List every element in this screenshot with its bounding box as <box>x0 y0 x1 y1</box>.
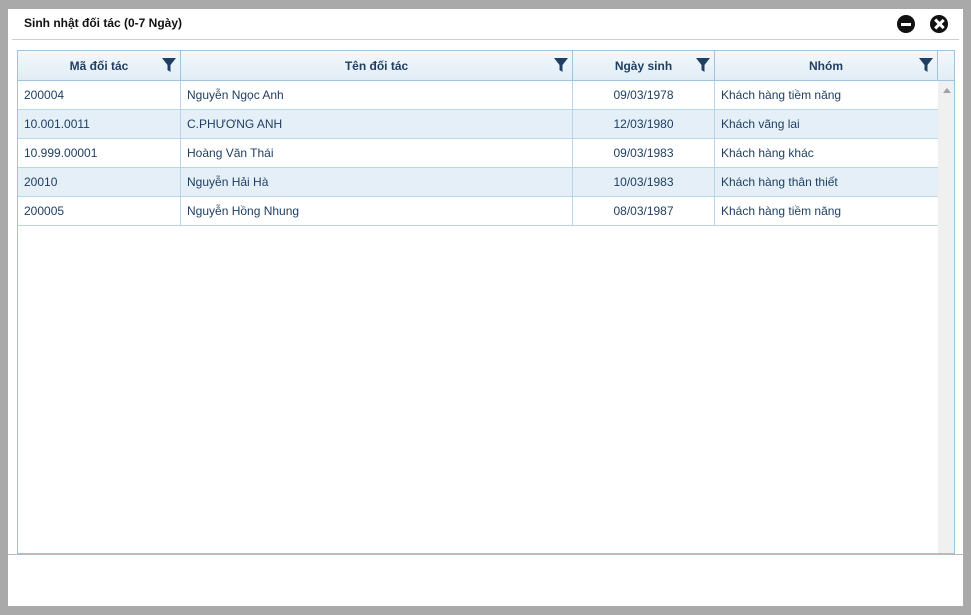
column-header-label: Tên đối tác <box>344 59 409 73</box>
column-header-label: Nhóm <box>809 59 843 73</box>
cell-nhom: Khách vãng lai <box>721 117 800 131</box>
cell-ngay-sinh: 12/03/1980 <box>573 110 715 138</box>
title-divider <box>12 39 959 40</box>
cell-ma-doi-tac: 200004 <box>18 81 181 109</box>
birthday-dialog: Sinh nhật đối tác (0-7 Ngày) Mã đối tác … <box>8 9 963 606</box>
cell-ngay-sinh: 08/03/1987 <box>573 197 715 225</box>
filter-icon[interactable] <box>919 58 933 73</box>
minimize-icon[interactable] <box>897 15 915 33</box>
cell-ten-doi-tac: Nguyễn Hồng Nhung <box>181 197 573 225</box>
grid-body: 200004 Nguyễn Ngọc Anh 09/03/1978 Khách … <box>18 81 938 226</box>
filter-icon[interactable] <box>554 58 568 73</box>
vertical-scrollbar[interactable] <box>938 81 954 553</box>
cell-ten-doi-tac: C.PHƯƠNG ANH <box>181 110 573 138</box>
cell-ngay-sinh: 09/03/1978 <box>573 81 715 109</box>
column-header-ma-doi-tac[interactable]: Mã đối tác <box>18 51 181 80</box>
filter-icon[interactable] <box>162 58 176 73</box>
cell-ten-doi-tac: Nguyễn Ngọc Anh <box>181 81 573 109</box>
dialog-title: Sinh nhật đối tác (0-7 Ngày) <box>24 16 183 30</box>
dialog-titlebar: Sinh nhật đối tác (0-7 Ngày) <box>8 9 963 39</box>
column-header-ngay-sinh[interactable]: Ngày sinh <box>573 51 715 80</box>
cell-ma-doi-tac: 10.001.0011 <box>18 110 181 138</box>
cell-nhom: Khách hàng tiềm năng <box>721 204 842 218</box>
scroll-up-arrow-icon[interactable] <box>943 88 951 93</box>
close-icon[interactable] <box>930 15 948 33</box>
partner-birthday-grid: Mã đối tác Tên đối tác Ngày sinh Nhóm 20… <box>17 50 955 554</box>
table-row[interactable]: 200004 Nguyễn Ngọc Anh 09/03/1978 Khách … <box>18 81 938 110</box>
cell-ten-doi-tac: Hoàng Văn Thái <box>181 139 573 167</box>
cell-nhom: Khách hàng thân thiết <box>721 175 838 189</box>
table-row[interactable]: 200005 Nguyễn Hồng Nhung 08/03/1987 Khác… <box>18 197 938 226</box>
table-row[interactable]: 10.001.0011 C.PHƯƠNG ANH 12/03/1980 Khác… <box>18 110 938 139</box>
footer-divider <box>8 554 963 555</box>
cell-ma-doi-tac: 10.999.00001 <box>18 139 181 167</box>
cell-ma-doi-tac: 200005 <box>18 197 181 225</box>
table-row[interactable]: 10.999.00001 Hoàng Văn Thái 09/03/1983 K… <box>18 139 938 168</box>
cell-ten-doi-tac: Nguyễn Hải Hà <box>181 168 573 196</box>
column-header-ten-doi-tac[interactable]: Tên đối tác <box>181 51 573 80</box>
cell-ngay-sinh: 09/03/1983 <box>573 139 715 167</box>
column-header-nhom[interactable]: Nhóm <box>715 51 938 80</box>
filter-icon[interactable] <box>696 58 710 73</box>
table-row[interactable]: 20010 Nguyễn Hải Hà 10/03/1983 Khách hàn… <box>18 168 938 197</box>
grid-header: Mã đối tác Tên đối tác Ngày sinh Nhóm <box>18 51 938 81</box>
scrollbar-header-spacer <box>938 51 954 81</box>
cell-nhom: Khách hàng khác <box>721 146 814 160</box>
cell-nhom: Khách hàng tiềm năng <box>721 88 842 102</box>
cell-ngay-sinh: 10/03/1983 <box>573 168 715 196</box>
cell-ma-doi-tac: 20010 <box>18 168 181 196</box>
column-header-label: Ngày sinh <box>614 59 673 73</box>
column-header-label: Mã đối tác <box>69 59 129 73</box>
